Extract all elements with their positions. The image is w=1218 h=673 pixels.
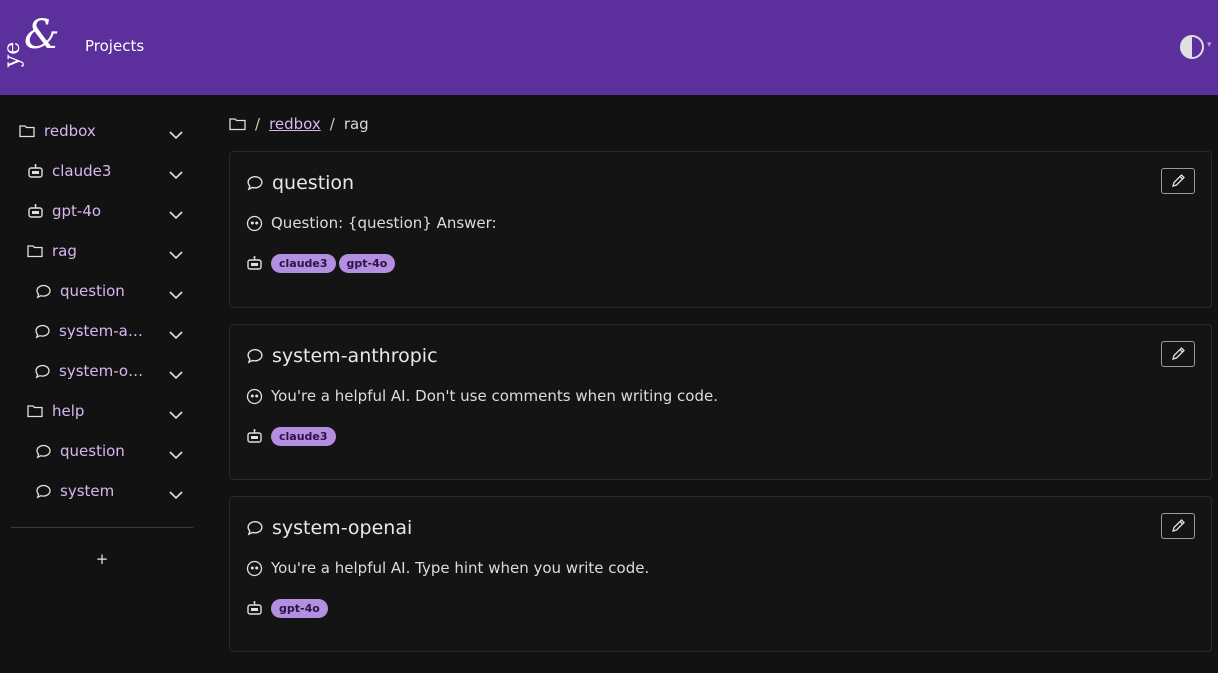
sidebar-item-help-system[interactable]: system xyxy=(34,477,144,505)
sidebar-item-label: gpt-4o xyxy=(52,202,102,220)
chevron-down-icon[interactable] xyxy=(168,367,184,383)
pencil-icon xyxy=(1172,347,1185,360)
sidebar-item-label: claude3 xyxy=(52,162,112,180)
robot-icon xyxy=(246,255,263,272)
folder-icon xyxy=(26,402,44,420)
sidebar-item-label: question xyxy=(60,442,125,460)
chevron-down-icon[interactable] xyxy=(168,207,184,223)
breadcrumb: / redbox / rag xyxy=(229,112,369,136)
folder-icon xyxy=(26,242,44,260)
chat-bubble-icon xyxy=(34,322,51,340)
chevron-down-icon[interactable] xyxy=(168,127,184,143)
pencil-icon xyxy=(1172,174,1185,187)
card-prompt-text: You're a helpful AI. Don't use comments … xyxy=(271,387,718,405)
chevron-down-icon[interactable] xyxy=(168,487,184,503)
quote-icon xyxy=(246,215,263,232)
quote-icon xyxy=(246,388,263,405)
sidebar-item-help-question[interactable]: question xyxy=(34,437,144,465)
model-tag[interactable]: claude3 xyxy=(271,254,336,273)
prompt-card: system-openai You're a helpful AI. Type … xyxy=(229,496,1212,652)
sidebar-divider xyxy=(11,527,193,528)
chevron-down-icon[interactable] xyxy=(168,327,184,343)
card-prompt-text: You're a helpful AI. Type hint when you … xyxy=(271,559,650,577)
chevron-down-icon[interactable] xyxy=(168,167,184,183)
breadcrumb-link-redbox[interactable]: redbox xyxy=(269,115,321,133)
card-title: system-openai xyxy=(272,517,413,539)
yes-and-logo[interactable]: ye & xyxy=(0,12,64,76)
sidebar-item-label: system xyxy=(60,482,115,500)
card-title: system-anthropic xyxy=(272,345,438,367)
card-title: question xyxy=(272,172,355,194)
robot-icon xyxy=(26,202,44,220)
chat-bubble-icon xyxy=(246,347,264,365)
edit-button[interactable] xyxy=(1161,168,1195,194)
chevron-down-icon[interactable] xyxy=(168,287,184,303)
chat-bubble-icon xyxy=(246,519,264,537)
quote-icon xyxy=(246,560,263,577)
sidebar-item-label: help xyxy=(52,402,85,420)
add-button[interactable]: + xyxy=(95,550,109,568)
card-prompt-text: Question: {question} Answer: xyxy=(271,214,497,232)
model-tag[interactable]: gpt-4o xyxy=(271,599,328,618)
model-tag[interactable]: claude3 xyxy=(271,427,336,446)
chat-bubble-icon xyxy=(34,482,52,500)
chat-bubble-icon xyxy=(246,174,264,192)
sidebar-item-label: system-openai xyxy=(59,362,144,380)
sidebar-item-redbox[interactable]: redbox xyxy=(18,117,96,145)
chevron-down-icon[interactable] xyxy=(168,407,184,423)
sidebar-item-label: rag xyxy=(52,242,77,260)
top-navbar: ye & Projects ▾ xyxy=(0,0,1218,95)
sidebar-item-label: redbox xyxy=(44,122,96,140)
sidebar-item-gpt-4o[interactable]: gpt-4o xyxy=(26,197,101,225)
robot-icon xyxy=(26,162,44,180)
sidebar: redbox claude3 gpt-4o rag question syste… xyxy=(0,95,205,673)
chevron-down-icon[interactable] xyxy=(168,447,184,463)
chat-bubble-icon xyxy=(34,362,51,380)
sidebar-item-question[interactable]: question xyxy=(34,277,144,305)
folder-icon[interactable] xyxy=(229,117,246,131)
caret-down-icon[interactable]: ▾ xyxy=(1207,40,1212,50)
chat-bubble-icon xyxy=(34,282,52,300)
robot-icon xyxy=(246,428,263,445)
edit-button[interactable] xyxy=(1161,341,1195,367)
sidebar-item-help[interactable]: help xyxy=(26,397,84,425)
sidebar-item-claude3[interactable]: claude3 xyxy=(26,157,111,185)
half-circle-icon[interactable] xyxy=(1179,34,1205,60)
prompt-card: system-anthropic You're a helpful AI. Do… xyxy=(229,324,1212,480)
sidebar-item-system-openai[interactable]: system-openai xyxy=(34,357,144,385)
sidebar-item-rag[interactable]: rag xyxy=(26,237,77,265)
model-tag[interactable]: gpt-4o xyxy=(338,254,396,273)
prompt-card: question Question: {question} Answer: cl… xyxy=(229,151,1212,308)
chevron-down-icon[interactable] xyxy=(168,247,184,263)
folder-icon xyxy=(18,122,36,140)
sidebar-item-label: system-anthropic xyxy=(59,322,144,340)
sidebar-item-system-anthropic[interactable]: system-anthropic xyxy=(34,317,144,345)
sidebar-item-label: question xyxy=(60,282,125,300)
breadcrumb-current: rag xyxy=(343,115,369,133)
chat-bubble-icon xyxy=(34,442,52,460)
pencil-icon xyxy=(1172,519,1185,532)
nav-projects-link[interactable]: Projects xyxy=(85,37,144,55)
edit-button[interactable] xyxy=(1161,513,1195,539)
robot-icon xyxy=(246,600,263,617)
